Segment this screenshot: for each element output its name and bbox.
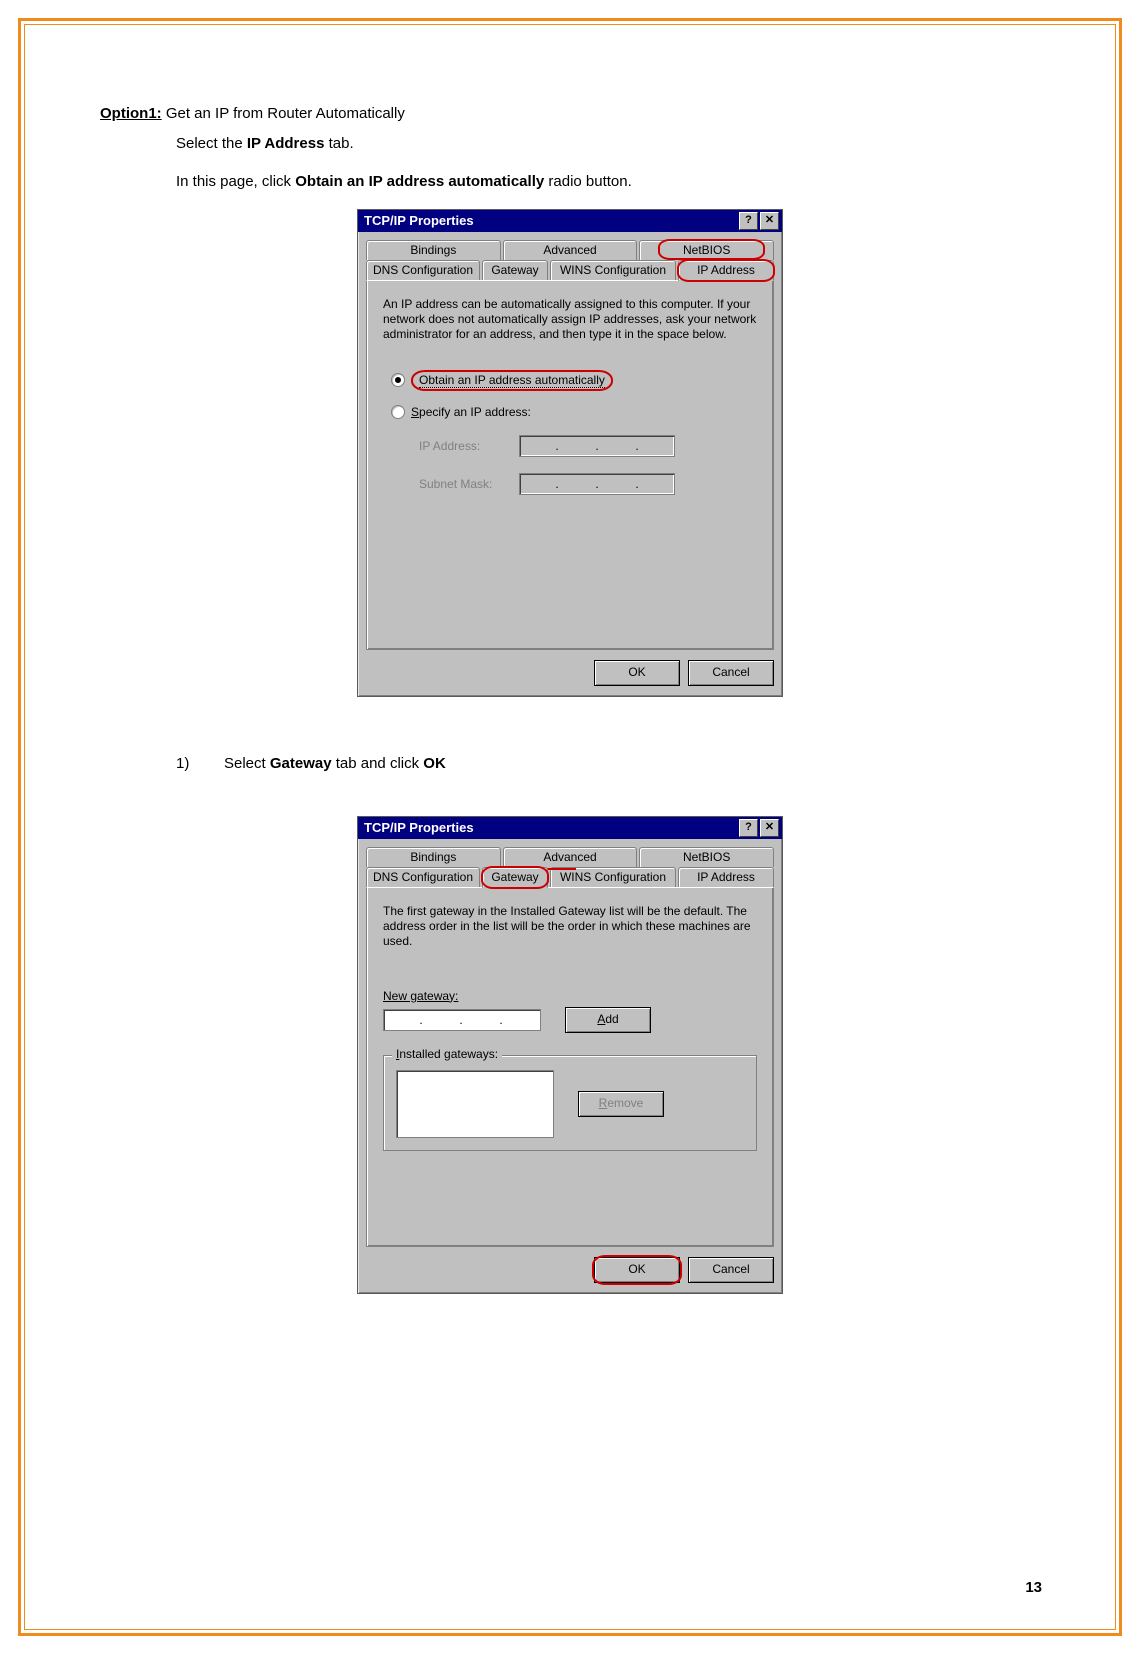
highlight-oval — [677, 259, 775, 282]
option-label: Option1: — [100, 105, 162, 122]
new-gateway-label: New gateway: — [383, 989, 757, 1003]
installed-gateways-label: Installed gateways: — [392, 1047, 502, 1061]
tabs-row-1: Bindings Advanced NetBIOS — [366, 847, 774, 867]
page-number: 13 — [1025, 1579, 1042, 1596]
text: In this page, click — [176, 173, 295, 190]
tabs-row-2: DNS Configuration Gateway WINS Configura… — [366, 260, 774, 280]
tab-netbios[interactable]: NetBIOS — [639, 240, 774, 260]
option-heading: Option1: Get an IP from Router Automatic… — [100, 105, 1040, 122]
tab-ipaddress[interactable]: IP Address — [678, 867, 774, 887]
remove-button[interactable]: Remove — [578, 1091, 664, 1117]
dialog-buttons: OK Cancel — [358, 660, 782, 696]
tab-gateway[interactable]: Gateway — [482, 867, 548, 888]
installed-gateways-list[interactable] — [396, 1070, 554, 1138]
titlebar[interactable]: TCP/IP Properties ? ✕ — [358, 817, 782, 839]
dialog-buttons: OK Cancel — [358, 1257, 782, 1293]
ip-address-label: IP Address: — [419, 439, 519, 453]
radio-specify-row[interactable]: Specify an IP address: — [391, 405, 757, 419]
highlight-oval — [481, 866, 549, 889]
ip-address-row: IP Address: ... — [419, 435, 757, 457]
subnet-row: Subnet Mask: ... — [419, 473, 757, 495]
tab-wins[interactable]: WINS Configuration — [550, 260, 676, 280]
add-button[interactable]: Add — [565, 1007, 651, 1033]
panel-description: An IP address can be automatically assig… — [383, 297, 757, 342]
tab-ipaddress[interactable]: IP Address — [678, 260, 774, 281]
tab-advanced[interactable]: Advanced — [503, 240, 638, 260]
tabs-row-2: DNS Configuration Gateway WINS Configura… — [366, 867, 774, 887]
instruction-line-2: In this page, click Obtain an IP address… — [176, 170, 1040, 193]
ok-button[interactable]: OK — [594, 660, 680, 686]
step-number: 1) — [176, 755, 224, 772]
dialog-title: TCP/IP Properties — [364, 820, 474, 835]
tab-bindings[interactable]: Bindings — [366, 240, 501, 260]
ip-address-input[interactable]: ... — [519, 435, 675, 457]
tab-netbios[interactable]: NetBIOS — [639, 847, 774, 867]
tab-dns[interactable]: DNS Configuration — [366, 867, 480, 887]
tab-dns[interactable]: DNS Configuration — [366, 260, 480, 280]
ip-panel: An IP address can be automatically assig… — [366, 280, 774, 650]
text-bold: IP Address — [247, 135, 325, 152]
screenshot-1-wrap: TCP/IP Properties ? ✕ Bindings Advanced … — [100, 209, 1040, 697]
close-button[interactable]: ✕ — [760, 819, 779, 837]
subnet-input[interactable]: ... — [519, 473, 675, 495]
screenshot-2-wrap: TCP/IP Properties ? ✕ Bindings Advanced … — [100, 816, 1040, 1294]
titlebar[interactable]: TCP/IP Properties ? ✕ — [358, 210, 782, 232]
installed-gateways-group: Installed gateways: Remove — [383, 1055, 757, 1151]
installed-gateways-row: Remove — [396, 1070, 744, 1138]
cancel-button[interactable]: Cancel — [688, 1257, 774, 1283]
subnet-label: Subnet Mask: — [419, 477, 519, 491]
radio-auto-row[interactable]: Obtain an IP address automatically — [391, 370, 757, 391]
tcpip-dialog-ipaddress: TCP/IP Properties ? ✕ Bindings Advanced … — [357, 209, 783, 697]
content-area: Option1: Get an IP from Router Automatic… — [100, 105, 1040, 1294]
radio-specify[interactable] — [391, 405, 405, 419]
tab-gateway[interactable]: Gateway — [482, 260, 548, 280]
text-bold: Obtain an IP address automatically — [295, 173, 544, 190]
help-button[interactable]: ? — [739, 819, 758, 837]
text-bold: Gateway — [270, 755, 332, 772]
close-button[interactable]: ✕ — [760, 212, 779, 230]
tcpip-dialog-gateway: TCP/IP Properties ? ✕ Bindings Advanced … — [357, 816, 783, 1294]
text-bold: OK — [423, 755, 446, 772]
text: Select the — [176, 135, 247, 152]
radio-specify-label: Specify an IP address: — [411, 405, 531, 419]
new-gateway-input[interactable]: ... — [383, 1009, 541, 1031]
gateway-panel: The first gateway in the Installed Gatew… — [366, 887, 774, 1247]
highlight-oval — [658, 239, 765, 260]
ok-button[interactable]: OK — [594, 1257, 680, 1283]
highlight-oval: Obtain an IP address automatically — [411, 370, 613, 391]
dialog-title: TCP/IP Properties — [364, 213, 474, 228]
text: tab. — [324, 135, 353, 152]
cancel-button[interactable]: Cancel — [688, 660, 774, 686]
page: Option1: Get an IP from Router Automatic… — [0, 0, 1140, 1654]
option-text: Get an IP from Router Automatically — [162, 105, 405, 122]
step-1-row: 1) Select Gateway tab and click OK — [176, 755, 1040, 772]
instruction-line-1: Select the IP Address tab. — [176, 132, 1040, 155]
new-gateway-row: ... Add — [383, 1007, 757, 1033]
text: Select — [224, 755, 270, 772]
tab-area: Bindings Advanced NetBIOS DNS Configurat… — [358, 232, 782, 660]
radio-auto-label: Obtain an IP address automatically — [419, 373, 605, 388]
new-gateway-section: New gateway: ... Add — [383, 989, 757, 1033]
tab-wins[interactable]: WINS Configuration — [550, 867, 676, 887]
tab-advanced[interactable]: Advanced — [503, 847, 638, 867]
text: radio button. — [544, 173, 632, 190]
tabs-row-1: Bindings Advanced NetBIOS — [366, 240, 774, 260]
radio-auto[interactable] — [391, 373, 405, 387]
step-text: Select Gateway tab and click OK — [224, 755, 446, 772]
tab-label: Advanced — [543, 850, 596, 864]
text: tab and click — [332, 755, 424, 772]
help-button[interactable]: ? — [739, 212, 758, 230]
radio-dot-icon — [395, 377, 401, 383]
panel-description: The first gateway in the Installed Gatew… — [383, 904, 757, 949]
highlight-oval — [592, 1255, 682, 1285]
tab-bindings[interactable]: Bindings — [366, 847, 501, 867]
tab-area: Bindings Advanced NetBIOS DNS Configurat… — [358, 839, 782, 1257]
